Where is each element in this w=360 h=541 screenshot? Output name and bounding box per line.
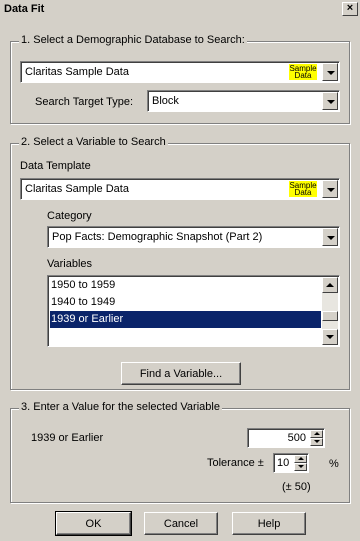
- sample-data-badge: Sample Data: [289, 64, 317, 80]
- ok-button[interactable]: OK: [55, 511, 132, 536]
- spin-down-icon[interactable]: [294, 463, 307, 471]
- target-type-combo[interactable]: Block: [147, 90, 340, 112]
- category-value: Pop Facts: Demographic Snapshot (Part 2): [52, 231, 263, 243]
- data-template-dropdown-button[interactable]: [322, 180, 338, 198]
- variables-label: Variables: [47, 258, 93, 270]
- value-field[interactable]: 500: [288, 432, 306, 444]
- variables-listbox[interactable]: 1950 to 1959 1940 to 1949 1939 or Earlie…: [47, 275, 340, 347]
- variable-value-label: 1939 or Earlier: [31, 432, 104, 444]
- list-item[interactable]: 1950 to 1959: [50, 277, 321, 294]
- scroll-up-button[interactable]: [322, 277, 338, 293]
- section-database: 1. Select a Demographic Database to Sear…: [10, 34, 350, 124]
- percent-sign: %: [329, 458, 339, 470]
- help-button[interactable]: Help: [232, 512, 306, 535]
- section-database-title: 1. Select a Demographic Database to Sear…: [19, 34, 247, 46]
- category-combo[interactable]: Pop Facts: Demographic Snapshot (Part 2): [47, 226, 340, 248]
- value-spinner[interactable]: 500: [247, 428, 325, 448]
- spin-up-icon[interactable]: [294, 455, 307, 463]
- tolerance-note: (± 50): [282, 481, 311, 493]
- value-spin-buttons[interactable]: [310, 430, 323, 446]
- target-type-value: Block: [152, 95, 179, 107]
- category-dropdown-button[interactable]: [322, 228, 338, 246]
- data-template-combo[interactable]: Claritas Sample Data Sample Data: [20, 178, 340, 200]
- data-fit-dialog: Data Fit × 1. Select a Demographic Datab…: [0, 0, 360, 541]
- section-value-title: 3. Enter a Value for the selected Variab…: [19, 401, 222, 413]
- tolerance-field[interactable]: 10: [277, 457, 289, 469]
- database-combo[interactable]: Claritas Sample Data Sample Data: [20, 61, 340, 83]
- window-title: Data Fit: [4, 3, 45, 15]
- close-button[interactable]: ×: [342, 2, 358, 16]
- database-dropdown-button[interactable]: [322, 63, 338, 81]
- variables-scrollbar[interactable]: [322, 277, 338, 345]
- tolerance-label: Tolerance ±: [207, 457, 264, 469]
- title-bar[interactable]: Data Fit ×: [0, 0, 360, 20]
- scroll-thumb[interactable]: [322, 311, 338, 321]
- tolerance-spinner[interactable]: 10: [273, 453, 309, 473]
- section-variable: 2. Select a Variable to Search Data Temp…: [10, 136, 350, 390]
- tolerance-spin-buttons[interactable]: [294, 455, 307, 471]
- category-label: Category: [47, 210, 92, 222]
- list-item-selected[interactable]: 1939 or Earlier: [50, 311, 321, 328]
- list-item[interactable]: 1940 to 1949: [50, 294, 321, 311]
- close-icon: ×: [346, 2, 354, 14]
- section-variable-title: 2. Select a Variable to Search: [19, 136, 168, 148]
- sample-data-badge: Sample Data: [289, 181, 317, 197]
- target-type-label: Search Target Type:: [35, 96, 134, 108]
- find-variable-button[interactable]: Find a Variable...: [121, 362, 241, 385]
- database-value: Claritas Sample Data: [25, 66, 129, 78]
- data-template-label: Data Template: [20, 160, 91, 172]
- spin-down-icon[interactable]: [310, 438, 323, 446]
- data-template-value: Claritas Sample Data: [25, 183, 129, 195]
- section-value: 3. Enter a Value for the selected Variab…: [10, 401, 350, 503]
- scroll-down-button[interactable]: [322, 329, 338, 345]
- target-type-dropdown-button[interactable]: [322, 92, 338, 110]
- cancel-button[interactable]: Cancel: [144, 512, 218, 535]
- spin-up-icon[interactable]: [310, 430, 323, 438]
